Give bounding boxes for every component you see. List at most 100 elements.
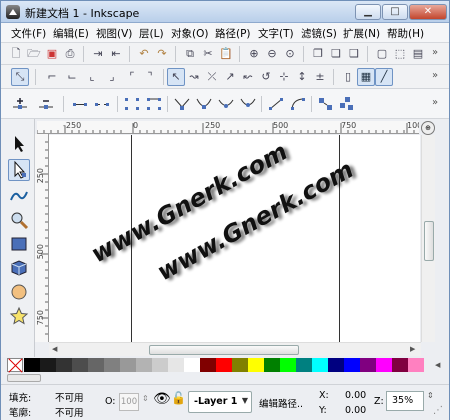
menu-object[interactable]: 对象(O) bbox=[171, 26, 208, 41]
vertical-scroll-thumb[interactable] bbox=[424, 221, 434, 261]
make-cusp-button[interactable] bbox=[173, 95, 191, 113]
snap-smooth-button[interactable]: ↜ bbox=[239, 68, 257, 86]
color-swatch[interactable] bbox=[152, 358, 168, 372]
snap-text-baseline-button[interactable]: ± bbox=[311, 68, 329, 86]
snap-intersection-button[interactable]: ⤫ bbox=[203, 68, 221, 86]
undo-button[interactable]: ↶ bbox=[135, 45, 153, 63]
color-swatch[interactable] bbox=[24, 358, 40, 372]
toolbar-overflow-button[interactable]: » bbox=[432, 70, 438, 81]
save-button[interactable]: ▣ bbox=[43, 45, 61, 63]
layer-select[interactable]: -Layer 1 ▼ bbox=[188, 391, 252, 413]
fill-value[interactable]: 不可用 bbox=[55, 390, 84, 404]
ungroup-button[interactable]: ⬚ bbox=[391, 45, 409, 63]
zoom-tool-button[interactable] bbox=[8, 209, 30, 231]
join-nodes-button[interactable] bbox=[71, 95, 89, 113]
zoom-input[interactable]: 35% bbox=[386, 391, 424, 411]
duplicate-button[interactable]: ❐ bbox=[309, 45, 327, 63]
ellipse-tool-button[interactable] bbox=[8, 281, 30, 303]
color-swatch[interactable] bbox=[232, 358, 248, 372]
color-swatch[interactable] bbox=[72, 358, 88, 372]
color-swatch[interactable] bbox=[376, 358, 392, 372]
menu-extensions[interactable]: 扩展(N) bbox=[343, 26, 380, 41]
close-button[interactable]: ✕ bbox=[409, 4, 447, 20]
print-button[interactable]: ⎙ bbox=[61, 45, 79, 63]
snap-grid-button[interactable]: ▦ bbox=[357, 68, 375, 86]
node-tool-button[interactable] bbox=[8, 159, 30, 181]
color-swatch[interactable] bbox=[184, 358, 200, 372]
join-segment-button[interactable] bbox=[123, 95, 141, 113]
no-paint-swatch[interactable] bbox=[7, 358, 23, 372]
new-document-button[interactable]: 🗋 bbox=[7, 45, 25, 63]
group-button[interactable]: ▢ bbox=[373, 45, 391, 63]
color-swatch[interactable] bbox=[312, 358, 328, 372]
zoom-spinner[interactable]: ⇕ bbox=[427, 391, 434, 400]
snap-object-center-button[interactable]: ⊹ bbox=[275, 68, 293, 86]
unlink-clone-button[interactable]: ❑ bbox=[345, 45, 363, 63]
snap-rotation-center-button[interactable]: ↕ bbox=[293, 68, 311, 86]
selector-tool-button[interactable] bbox=[8, 133, 30, 155]
palette-menu-icon[interactable]: ◀ bbox=[435, 361, 440, 369]
snap-bbox-button[interactable]: ⌐ bbox=[43, 68, 61, 86]
color-swatch[interactable] bbox=[40, 358, 56, 372]
export-button[interactable]: ⇤ bbox=[107, 45, 125, 63]
menu-file[interactable]: 文件(F) bbox=[11, 26, 46, 41]
color-swatch[interactable] bbox=[88, 358, 104, 372]
snap-bbox-midpoint-button[interactable]: ⌟ bbox=[103, 68, 121, 86]
color-swatch[interactable] bbox=[216, 358, 232, 372]
snap-bbox-corner-button[interactable]: ⌞ bbox=[83, 68, 101, 86]
tweak-tool-button[interactable] bbox=[8, 185, 30, 207]
color-swatch[interactable] bbox=[120, 358, 136, 372]
resize-grip-icon[interactable]: ⋰ bbox=[433, 405, 443, 416]
paste-button[interactable]: 📋 bbox=[217, 45, 235, 63]
redo-button[interactable]: ↷ bbox=[153, 45, 171, 63]
cut-button[interactable]: ✂ bbox=[199, 45, 217, 63]
snap-toggle-button[interactable]: ⤡ bbox=[11, 68, 29, 86]
color-swatch[interactable] bbox=[136, 358, 152, 372]
color-swatch[interactable] bbox=[328, 358, 344, 372]
star-tool-button[interactable] bbox=[8, 305, 30, 327]
lock-icon[interactable]: 🔓 bbox=[171, 391, 186, 405]
snap-cusp-button[interactable]: ↗ bbox=[221, 68, 239, 86]
color-swatch[interactable] bbox=[248, 358, 264, 372]
scroll-left-icon[interactable]: ◀ bbox=[52, 345, 57, 353]
3d-box-tool-button[interactable] bbox=[8, 257, 30, 279]
snap-bbox-more-button[interactable]: ⌝ bbox=[141, 68, 159, 86]
menu-view[interactable]: 视图(V) bbox=[96, 26, 132, 41]
snap-nodes-button[interactable]: ↖ bbox=[167, 68, 185, 86]
color-swatch[interactable] bbox=[296, 358, 312, 372]
object-to-path-button[interactable] bbox=[317, 95, 335, 113]
menu-path[interactable]: 路径(P) bbox=[215, 26, 251, 41]
open-button[interactable]: 🗁 bbox=[25, 45, 43, 63]
break-path-button[interactable] bbox=[93, 95, 111, 113]
scroll-right-icon[interactable]: ▶ bbox=[410, 345, 415, 353]
import-button[interactable]: ⇥ bbox=[89, 45, 107, 63]
stroke-to-path-button[interactable] bbox=[337, 95, 355, 113]
clone-button[interactable]: ❏ bbox=[327, 45, 345, 63]
stroke-value[interactable]: 不可用 bbox=[55, 405, 84, 419]
make-line-button[interactable] bbox=[267, 95, 285, 113]
make-auto-smooth-button[interactable] bbox=[239, 95, 257, 113]
delete-segment-button[interactable] bbox=[145, 95, 163, 113]
opacity-input[interactable]: 100 bbox=[119, 393, 139, 411]
color-swatch[interactable] bbox=[408, 358, 424, 372]
fill-stroke-button[interactable]: ▤ bbox=[409, 45, 427, 63]
make-smooth-button[interactable] bbox=[195, 95, 213, 113]
menu-help[interactable]: 帮助(H) bbox=[387, 26, 424, 41]
color-swatch[interactable] bbox=[344, 358, 360, 372]
color-swatch[interactable] bbox=[200, 358, 216, 372]
snap-bbox-center-button[interactable]: ⌜ bbox=[123, 68, 141, 86]
menu-text[interactable]: 文字(T) bbox=[258, 26, 294, 41]
menu-filters[interactable]: 滤镜(S) bbox=[301, 26, 337, 41]
rectangle-tool-button[interactable] bbox=[8, 233, 30, 255]
zoom-drawing-button[interactable]: ⊖ bbox=[263, 45, 281, 63]
horizontal-scroll-thumb[interactable] bbox=[149, 345, 299, 355]
menu-edit[interactable]: 编辑(E) bbox=[53, 26, 89, 41]
copy-button[interactable]: ⧉ bbox=[181, 45, 199, 63]
color-swatch[interactable] bbox=[392, 358, 408, 372]
snap-midpoint-path-button[interactable]: ↺ bbox=[257, 68, 275, 86]
vertical-scrollbar[interactable] bbox=[421, 135, 435, 342]
zoom-selection-button[interactable]: ⊕ bbox=[245, 45, 263, 63]
zoom-correction-button[interactable]: ⊕ bbox=[421, 121, 435, 135]
make-symmetric-button[interactable] bbox=[217, 95, 235, 113]
color-swatch[interactable] bbox=[104, 358, 120, 372]
